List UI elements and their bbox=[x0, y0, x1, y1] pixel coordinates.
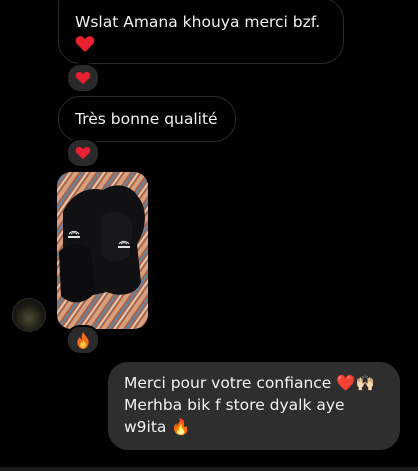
message-2-text: Très bonne qualité bbox=[75, 110, 218, 128]
message-1-reaction[interactable] bbox=[66, 63, 100, 93]
photo-reaction[interactable] bbox=[66, 325, 100, 355]
reply-line-1: Merci pour votre confiance ❤️🙌🏻 bbox=[124, 374, 375, 392]
reply-line-2: Merhba bik f store dyalk aye bbox=[124, 396, 345, 414]
message-1-emoji bbox=[75, 35, 327, 59]
incoming-message-1[interactable]: Wslat Amana khouya merci bzf. bbox=[58, 0, 344, 64]
hoodie-photo bbox=[57, 172, 148, 329]
reply-line-3: w9ita 🔥 bbox=[124, 418, 191, 436]
sender-avatar[interactable] bbox=[12, 298, 46, 332]
outgoing-message[interactable]: Merci pour votre confiance ❤️🙌🏻 Merhba b… bbox=[108, 362, 400, 450]
fire-icon bbox=[77, 331, 89, 349]
message-2-reaction[interactable] bbox=[66, 138, 100, 168]
message-1-text: Wslat Amana khouya merci bzf. bbox=[75, 13, 321, 31]
photo-message[interactable] bbox=[57, 172, 148, 329]
heart-icon bbox=[75, 36, 95, 52]
incoming-message-2[interactable]: Très bonne qualité bbox=[58, 96, 236, 142]
bottom-edge bbox=[0, 467, 418, 471]
chat-thread: Wslat Amana khouya merci bzf. Très bonne… bbox=[0, 0, 418, 471]
heart-icon bbox=[75, 146, 91, 160]
heart-icon bbox=[75, 71, 91, 85]
